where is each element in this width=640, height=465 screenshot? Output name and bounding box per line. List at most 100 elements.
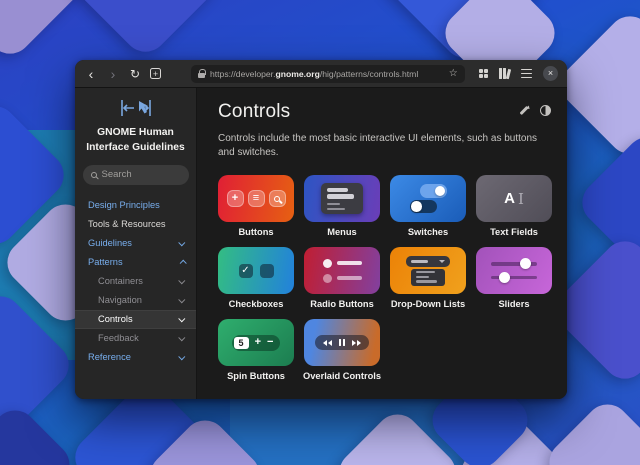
radio-buttons-icon (323, 259, 362, 283)
tile-text-fields: AI Text Fields (476, 175, 552, 237)
bookmark-star-icon[interactable]: ☆ (449, 68, 458, 79)
browser-window: ‹ › ↻ + https://developer.gnome.org/hig/… (75, 60, 567, 399)
nav-label: Reference (88, 352, 131, 362)
nav-label: Guidelines (88, 238, 132, 248)
sidebar-item-controls[interactable]: Controls (75, 310, 196, 329)
wallpaper-shape (540, 395, 640, 465)
sliders-icon (491, 262, 537, 279)
url-prefix: https://developer. (210, 69, 275, 79)
sidebar-title: GNOME Human Interface Guidelines (82, 126, 190, 156)
toolbar-right-icons: × (479, 66, 558, 81)
sidebar-item-reference[interactable]: Reference (75, 348, 196, 367)
menu-hamburger-icon[interactable] (521, 69, 532, 78)
spin-button-icon: 5 + − (232, 335, 281, 351)
apps-grid-icon[interactable] (479, 69, 489, 79)
back-button[interactable]: ‹ (84, 66, 98, 82)
tile-overlaid-controls: Overlaid Controls (304, 319, 380, 381)
sidebar-item-patterns[interactable]: Patterns (75, 253, 196, 272)
tile-label: Text Fields (490, 227, 538, 237)
sidebar-item-navigation[interactable]: Navigation (75, 291, 196, 310)
chevron-down-icon (178, 315, 185, 322)
window-close-button[interactable]: × (543, 66, 558, 81)
tile-switches-card[interactable] (390, 175, 466, 222)
url-domain: gnome.org (275, 69, 319, 79)
tile-spin-buttons-card[interactable]: 5 + − (218, 319, 294, 366)
page-title: Controls (218, 101, 290, 123)
switches-icon (410, 184, 447, 213)
tile-sliders: Sliders (476, 247, 552, 309)
hig-logo-icon (118, 97, 154, 119)
tile-grid: + ≡ Buttons Menus (218, 175, 551, 381)
url-path: /hig/patterns/controls.html (320, 69, 418, 79)
tile-checkboxes-card[interactable]: ✓ (218, 247, 294, 294)
sidebar: GNOME Human Interface Guidelines Design … (75, 88, 197, 399)
search-button-icon (269, 190, 286, 207)
menu-popover-icon (321, 183, 363, 214)
tile-radio-buttons-card[interactable] (304, 247, 380, 294)
tile-label: Overlaid Controls (303, 371, 381, 381)
chevron-down-icon (178, 353, 185, 360)
tile-label: Checkboxes (229, 299, 284, 309)
tile-spin-buttons: 5 + − Spin Buttons (218, 319, 294, 381)
nav-label: Navigation (98, 295, 142, 305)
tile-drop-down-lists: Drop-Down Lists (390, 247, 466, 309)
tile-drop-down-lists-card[interactable] (390, 247, 466, 294)
tile-overlaid-controls-card[interactable] (304, 319, 380, 366)
sidebar-item-containers[interactable]: Containers (75, 272, 196, 291)
chevron-down-icon (178, 334, 185, 341)
chevron-down-icon (178, 277, 185, 284)
chevron-up-icon (180, 260, 187, 267)
tile-label: Menus (327, 227, 356, 237)
forward-button[interactable]: › (106, 66, 120, 82)
tile-menus: Menus (304, 175, 380, 237)
lock-icon (198, 73, 205, 78)
sidebar-item-guidelines[interactable]: Guidelines (75, 234, 196, 253)
search-input[interactable] (102, 169, 172, 180)
tile-label: Spin Buttons (227, 371, 285, 381)
tile-switches: Switches (390, 175, 466, 237)
sidebar-item-design-principles[interactable]: Design Principles (75, 196, 196, 215)
edit-pencil-icon[interactable] (518, 104, 530, 116)
wallpaper-shape (0, 401, 79, 465)
nav-label: Feedback (98, 333, 139, 343)
tile-buttons: + ≡ Buttons (218, 175, 294, 237)
nav-label: Containers (98, 276, 143, 286)
nav-label: Design Principles (88, 200, 160, 210)
reload-button[interactable]: ↻ (128, 66, 142, 82)
library-icon[interactable] (499, 68, 510, 79)
tile-label: Buttons (238, 227, 273, 237)
new-tab-button[interactable]: + (150, 68, 161, 79)
chevron-down-icon (178, 296, 185, 303)
tile-label: Radio Buttons (310, 299, 374, 309)
tile-menus-card[interactable] (304, 175, 380, 222)
search-box[interactable] (83, 165, 189, 185)
url-bar[interactable]: https://developer.gnome.org/hig/patterns… (191, 65, 465, 83)
url-text: https://developer.gnome.org/hig/patterns… (210, 69, 444, 79)
page-description: Controls include the most basic interact… (218, 132, 554, 160)
tile-checkboxes: ✓ Checkboxes (218, 247, 294, 309)
text-field-icon: AI (504, 190, 524, 208)
search-icon (91, 172, 97, 178)
tile-label: Sliders (498, 299, 529, 309)
wallpaper-shape (0, 0, 88, 63)
sidebar-item-feedback[interactable]: Feedback (75, 329, 196, 348)
media-controls-icon (315, 335, 369, 350)
tile-text-fields-card[interactable]: AI (476, 175, 552, 222)
wallpaper-shape (64, 0, 227, 61)
tile-radio-buttons: Radio Buttons (304, 247, 380, 309)
nav-label: Patterns (88, 257, 123, 267)
checkboxes-icon: ✓ (239, 264, 274, 278)
sidebar-nav: Design Principles Tools & Resources Guid… (75, 196, 196, 367)
tile-buttons-card[interactable]: + ≡ (218, 175, 294, 222)
tile-label: Drop-Down Lists (391, 299, 465, 309)
theme-contrast-icon[interactable] (540, 105, 551, 116)
chevron-down-icon (178, 239, 185, 246)
browser-toolbar: ‹ › ↻ + https://developer.gnome.org/hig/… (75, 60, 567, 88)
main-content: Controls Controls include the most basic… (197, 88, 567, 399)
plus-button-icon: + (227, 190, 244, 207)
hamburger-button-icon: ≡ (248, 190, 265, 207)
nav-label: Tools & Resources (88, 219, 166, 229)
nav-label: Controls (98, 314, 133, 324)
sidebar-item-tools-resources[interactable]: Tools & Resources (75, 215, 196, 234)
tile-sliders-card[interactable] (476, 247, 552, 294)
